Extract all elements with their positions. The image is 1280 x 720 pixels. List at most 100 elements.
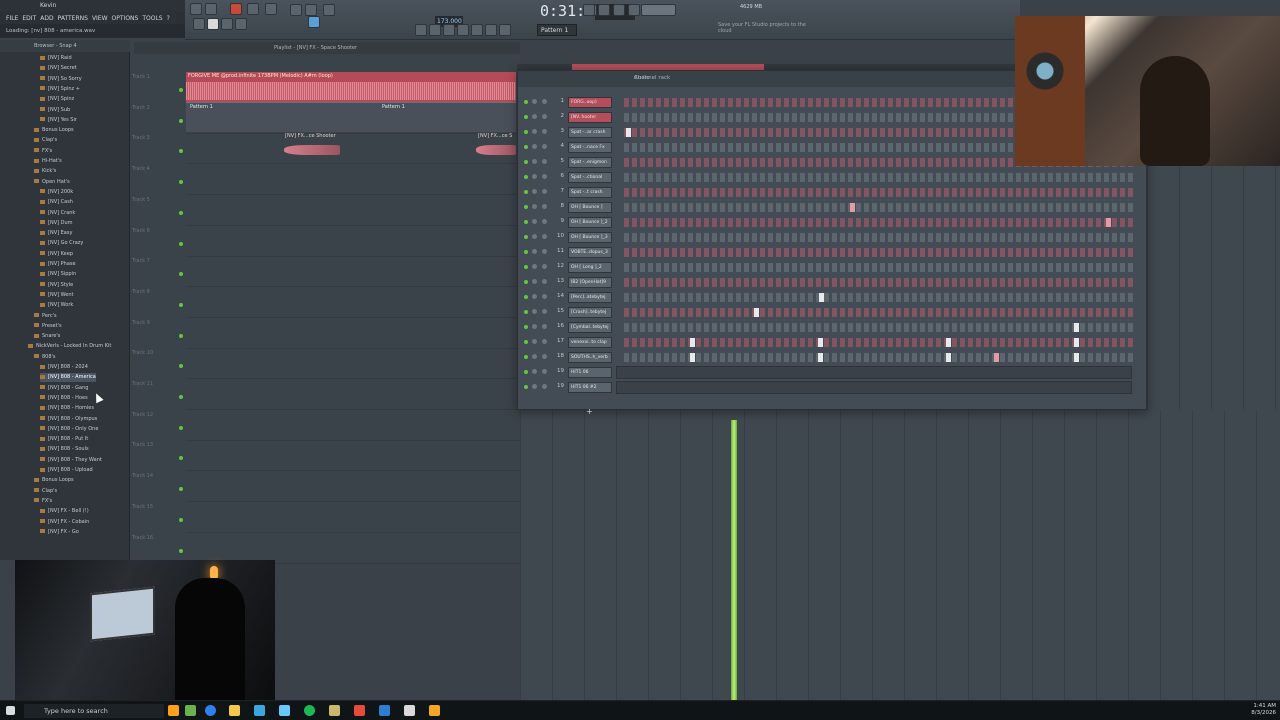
track-label[interactable]: Track 10 xyxy=(132,350,178,356)
channel-name-button[interactable]: Spat -..nace Fx xyxy=(568,142,612,153)
channel-knob-icon[interactable] xyxy=(542,234,547,239)
channel-led[interactable] xyxy=(524,190,528,194)
step-sequencer[interactable] xyxy=(624,218,1134,227)
channel-knob-icon[interactable] xyxy=(532,354,537,359)
pat-song-toggle[interactable] xyxy=(193,18,205,30)
track-mute-led[interactable] xyxy=(179,302,183,307)
app-icon-1[interactable] xyxy=(185,705,196,716)
menu-tools[interactable]: TOOLS xyxy=(142,15,162,22)
browser-item[interactable]: [NV] Dum xyxy=(40,219,73,228)
browser-item[interactable]: FX's xyxy=(34,147,52,156)
step-sequencer[interactable] xyxy=(624,248,1134,257)
taskbar-search[interactable]: Type here to search xyxy=(24,704,164,718)
browser-item[interactable]: [NV] 808 - Souls xyxy=(40,445,89,454)
channel-led[interactable] xyxy=(524,340,528,344)
step-note[interactable] xyxy=(946,338,951,347)
channel-knob-icon[interactable] xyxy=(532,309,537,314)
browser-item[interactable]: [NV] 808 - Only One xyxy=(40,425,98,434)
channel-knob-icon[interactable] xyxy=(532,324,537,329)
channel-knob-icon[interactable] xyxy=(542,189,547,194)
step-note[interactable] xyxy=(819,293,824,302)
browser-item[interactable]: NickVerls - Locked In Drum Kit xyxy=(28,342,111,351)
browser-item[interactable]: Clap's xyxy=(34,136,57,145)
rack-channel-row[interactable]: 7 Spat -..t crash xyxy=(518,185,1148,200)
step-note[interactable] xyxy=(818,353,823,362)
rack-channel-row[interactable]: 11 VOBTE..dopus_3 xyxy=(518,245,1148,260)
rack-channel-row[interactable]: 9 OH [ Bounce ]_2 xyxy=(518,215,1148,230)
channel-name-button[interactable]: OH [ Bounce ]_3 xyxy=(568,232,612,243)
channel-led[interactable] xyxy=(524,205,528,209)
wait-icon[interactable] xyxy=(247,3,259,15)
channel-led[interactable] xyxy=(524,325,528,329)
rack-channel-row[interactable]: 19 HIT1 06 xyxy=(518,365,1148,380)
channel-knob-icon[interactable] xyxy=(542,159,547,164)
file-explorer-icon[interactable] xyxy=(229,705,240,716)
channel-knob-icon[interactable] xyxy=(532,114,537,119)
channel-knob-icon[interactable] xyxy=(542,294,547,299)
clock-icon[interactable] xyxy=(583,4,595,16)
browser-item[interactable]: [NV] 808 - America xyxy=(40,373,96,383)
browser-item[interactable]: [NV] 808 - 2024 xyxy=(40,363,88,372)
track-label[interactable]: Track 11 xyxy=(132,381,178,387)
step-sequencer[interactable] xyxy=(624,353,1134,362)
track-label[interactable]: Track 14 xyxy=(132,473,178,479)
vscode-icon[interactable] xyxy=(379,705,390,716)
track-mute-led[interactable] xyxy=(179,88,183,92)
browser-item[interactable]: [NV] 808 - Put It xyxy=(40,435,88,444)
step-sequencer[interactable] xyxy=(624,188,1134,197)
fx-clip-lane[interactable]: [NV] FX...ce Shooter [NV] FX...ce S xyxy=(282,133,516,159)
channel-knob-icon[interactable] xyxy=(542,279,547,284)
channel-knob-icon[interactable] xyxy=(542,324,547,329)
browser-item[interactable]: [NV] 808 - Hoes xyxy=(40,394,88,403)
track-mute-led[interactable] xyxy=(179,517,183,522)
channel-knob-icon[interactable] xyxy=(532,249,537,254)
app-icon-2[interactable] xyxy=(254,705,265,716)
fl-studio-icon[interactable] xyxy=(429,705,440,716)
playlist-icon[interactable] xyxy=(415,24,427,36)
channel-rack-icon[interactable] xyxy=(443,24,455,36)
channel-knob-icon[interactable] xyxy=(532,159,537,164)
browser-item[interactable]: 808's xyxy=(34,353,56,362)
browser-item[interactable]: [NV] Crank xyxy=(40,209,75,218)
browser-item[interactable]: Bonus Loops xyxy=(34,476,74,485)
browser-icon[interactable] xyxy=(471,24,483,36)
menu-view[interactable]: VIEW xyxy=(92,15,108,22)
channel-name-button[interactable]: [NV..hooter xyxy=(568,112,612,123)
track-mute-led[interactable] xyxy=(179,333,183,338)
browser-item[interactable]: [NV] Sub xyxy=(40,106,70,115)
menu-edit[interactable]: EDIT xyxy=(22,15,36,22)
mixer-icon[interactable] xyxy=(457,24,469,36)
channel-knob-icon[interactable] xyxy=(532,234,537,239)
channel-led[interactable] xyxy=(524,235,528,239)
loop-record-icon[interactable] xyxy=(265,3,277,15)
channel-knob-icon[interactable] xyxy=(542,309,547,314)
browser-item[interactable]: [NV] 200k xyxy=(40,188,73,197)
metronome-icon[interactable] xyxy=(230,3,242,15)
step-note[interactable] xyxy=(1106,218,1111,227)
channel-led[interactable] xyxy=(524,250,528,254)
channel-name-button[interactable]: Spat -..enigmon xyxy=(568,157,612,168)
rack-channel-row[interactable]: 13 IB2 [OpenHat]9 xyxy=(518,275,1148,290)
channel-knob-icon[interactable] xyxy=(532,144,537,149)
channel-knob-icon[interactable] xyxy=(532,264,537,269)
channel-led[interactable] xyxy=(524,385,528,389)
taskbar-clock[interactable]: 1:41 AM 8/3/2026 xyxy=(1251,703,1276,717)
channel-knob-icon[interactable] xyxy=(542,204,547,209)
track-mute-led[interactable] xyxy=(179,180,183,185)
channel-knob-icon[interactable] xyxy=(532,294,537,299)
channel-name-button[interactable]: Spat -..t crash xyxy=(568,187,612,198)
step-sequencer[interactable] xyxy=(624,323,1134,332)
track-mute-led[interactable] xyxy=(179,456,183,461)
browser-item[interactable]: [NV] So Sorry xyxy=(40,75,82,84)
track-label[interactable]: Track 16 xyxy=(132,535,178,541)
browser-item[interactable]: [NV] Secret xyxy=(40,64,77,73)
app-icon-6[interactable] xyxy=(404,705,415,716)
channel-name-button[interactable]: [Cymbal..tebytej xyxy=(568,322,612,333)
channel-knob-icon[interactable] xyxy=(532,369,537,374)
channel-led[interactable] xyxy=(524,175,528,179)
browser-item[interactable]: Bonus Loops xyxy=(34,126,74,135)
channel-knob-icon[interactable] xyxy=(542,249,547,254)
cloud-hint[interactable]: Save your FL Studio projects to the clou… xyxy=(718,22,818,36)
browser-item[interactable]: Hi-Hat's xyxy=(34,157,62,166)
channel-knob-icon[interactable] xyxy=(532,99,537,104)
